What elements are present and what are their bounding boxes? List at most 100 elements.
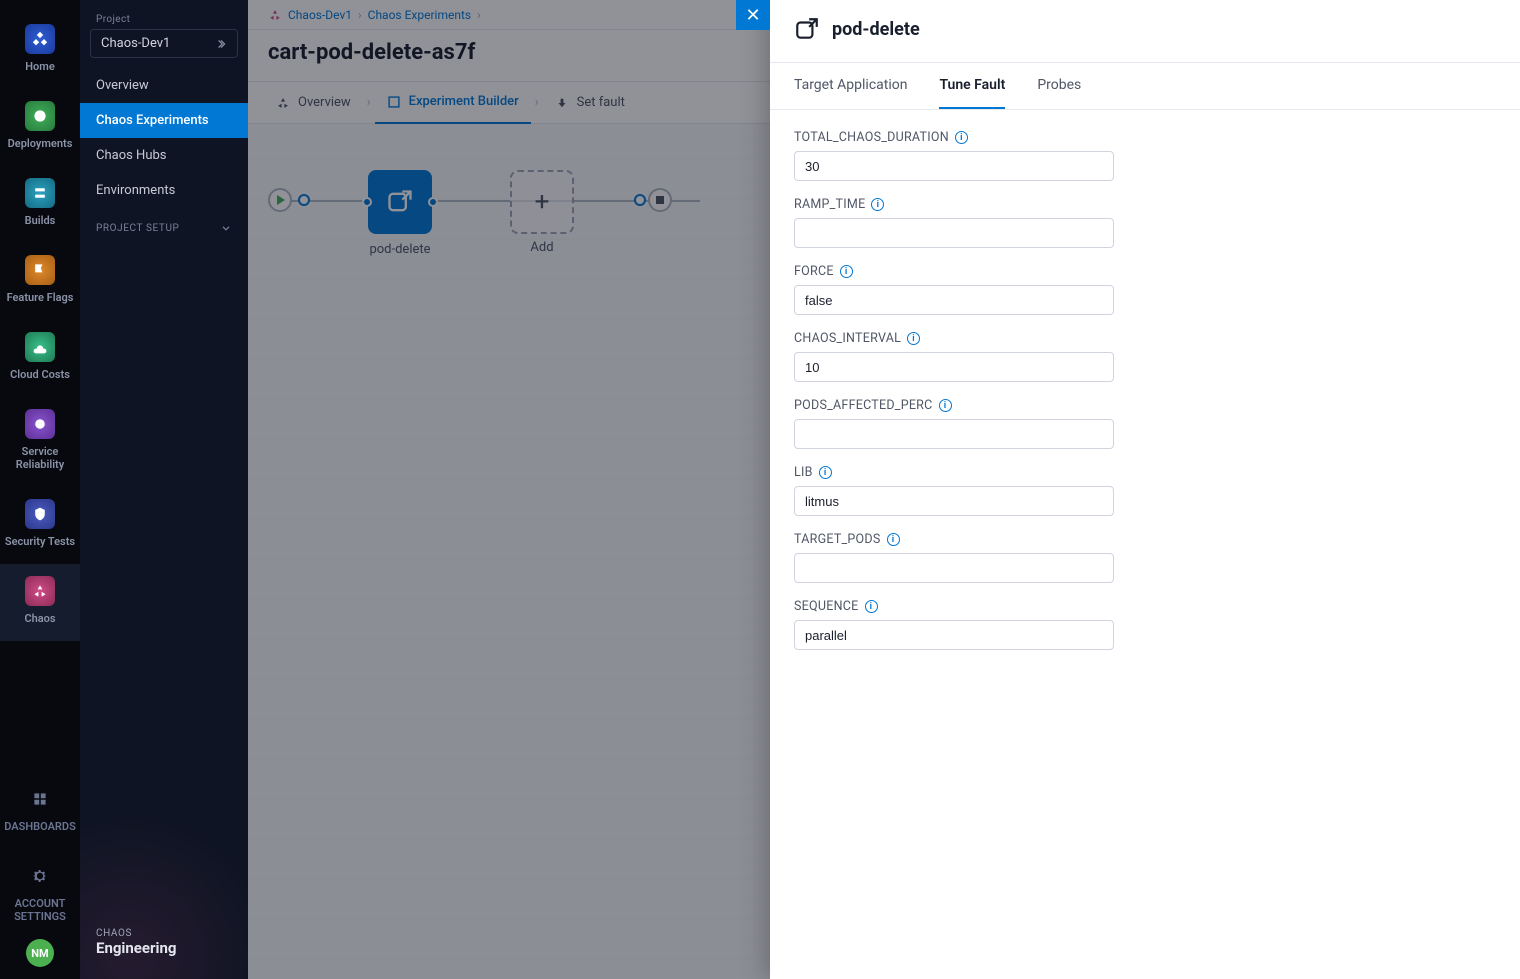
leftrail-security[interactable]: Security Tests [0,487,80,564]
leftrail-sre[interactable]: Service Reliability [0,397,80,487]
info-icon[interactable]: i [907,332,920,345]
step-sep: › [535,95,539,110]
builds-icon [25,178,55,208]
info-icon[interactable]: i [939,399,952,412]
leftrail-account[interactable]: ACCOUNT SETTINGS [0,849,80,939]
leftrail-deployments[interactable]: Deployments [0,89,80,166]
feature-flags-icon [25,255,55,285]
input-lib[interactable] [794,486,1114,516]
project-select-value: Chaos-Dev1 [101,36,170,51]
chevron-down-icon [220,222,232,234]
info-icon[interactable]: i [819,466,832,479]
sidebar: Project Chaos-Dev1 Overview Chaos Experi… [80,0,248,979]
sidebar-section-project-setup[interactable]: PROJECT SETUP [80,208,248,240]
workflow-add-label: Add [516,240,568,255]
chaos-icon [25,576,55,606]
cloud-costs-icon [25,332,55,362]
field-label: SEQUENCE [794,599,859,614]
sidebar-item-environments[interactable]: Environments [80,173,248,208]
step-overview[interactable]: Overview [264,82,363,124]
harness-icon [25,24,55,54]
leftrail-feature-flags[interactable]: Feature Flags [0,243,80,320]
sidebar-item-chaos-experiments[interactable]: Chaos Experiments [80,103,248,138]
tab-probes[interactable]: Probes [1037,63,1081,109]
field-label: FORCE [794,264,834,279]
deployments-icon [25,101,55,131]
field-label: RAMP_TIME [794,197,865,212]
input-ramp-time[interactable] [794,218,1114,248]
builder-step-icon [387,95,401,109]
step-sep: › [367,95,371,110]
tune-fault-panel: ✕ pod-delete Target Application Tune Fau… [770,0,1520,979]
tab-target-application[interactable]: Target Application [794,63,907,109]
leftrail-account-label: ACCOUNT SETTINGS [14,897,66,923]
input-pods-affected-perc[interactable] [794,419,1114,449]
workflow-start-node[interactable] [268,188,292,212]
module-badge: CHAOS Engineering [96,928,176,957]
field-target-pods: TARGET_PODS i [794,532,1114,583]
field-chaos-interval: CHAOS_INTERVALi [794,331,1114,382]
breadcrumb-sep: › [358,8,362,22]
input-total-chaos-duration[interactable] [794,151,1114,181]
workflow-add-node[interactable]: + [510,170,574,234]
sidebar-item-overview[interactable]: Overview [80,68,248,103]
fault-step-icon [555,96,569,110]
info-icon[interactable]: i [887,533,900,546]
sre-icon [25,409,55,439]
close-button[interactable]: ✕ [736,0,770,30]
pod-delete-icon [386,188,414,216]
leftrail-builds-label: Builds [25,214,56,227]
field-label: TOTAL_CHAOS_DURATION [794,130,949,145]
flyout-body: TOTAL_CHAOS_DURATIONi RAMP_TIMEi FORCEi … [770,110,1520,686]
chevron-right-icon [215,38,227,50]
input-target-pods[interactable] [794,553,1114,583]
field-label: LIB [794,465,813,480]
info-icon[interactable]: i [955,131,968,144]
leftrail-dashboards[interactable]: DASHBOARDS [0,772,80,849]
leftrail-cloud-costs[interactable]: Cloud Costs [0,320,80,397]
input-sequence[interactable] [794,620,1114,650]
avatar[interactable]: NM [26,939,54,967]
leftrail-chaos[interactable]: Chaos [0,564,80,641]
sidebar-item-chaos-hubs[interactable]: Chaos Hubs [80,138,248,173]
chaos-breadcrumb-icon [268,8,282,22]
info-icon[interactable]: i [871,198,884,211]
flyout-tabs: Target Application Tune Fault Probes [770,63,1520,110]
input-chaos-interval[interactable] [794,352,1114,382]
info-icon[interactable]: i [865,600,878,613]
gear-icon [25,861,55,891]
leftrail-home-label: Home [25,60,55,73]
breadcrumb-experiments[interactable]: Chaos Experiments [368,8,471,22]
leftrail-cloud-costs-label: Cloud Costs [10,368,70,381]
left-rail: Home Deployments Builds Feature Flags Cl… [0,0,80,979]
leftrail-home[interactable]: Home [0,12,80,89]
flyout-title: pod-delete [832,19,920,40]
leftrail-chaos-label: Chaos [24,612,55,625]
field-ramp-time: RAMP_TIME i [794,197,1114,248]
field-force: FORCE i [794,264,1114,315]
workflow-pod-delete-node[interactable] [368,170,432,234]
leftrail-feature-flags-label: Feature Flags [7,291,74,304]
step-set-fault[interactable]: Set fault [543,82,637,124]
leftrail-builds[interactable]: Builds [0,166,80,243]
project-label: Project [80,0,248,29]
field-sequence: SEQUENCE i [794,599,1114,650]
field-lib: LIB i [794,465,1114,516]
project-select[interactable]: Chaos-Dev1 [90,29,238,58]
security-icon [25,499,55,529]
step-builder-label: Experiment Builder [409,94,519,109]
workflow-pod-delete-label: pod-delete [360,242,440,257]
input-force[interactable] [794,285,1114,315]
tab-tune-fault[interactable]: Tune Fault [939,63,1005,109]
breadcrumb-sep: › [477,8,481,22]
step-set-fault-label: Set fault [577,95,625,110]
breadcrumb-project[interactable]: Chaos-Dev1 [288,8,352,22]
leftrail-sre-label: Service Reliability [16,445,64,471]
step-builder[interactable]: Experiment Builder [375,82,531,124]
leftrail-security-label: Security Tests [5,535,75,548]
field-label: PODS_AFFECTED_PERC [794,398,933,413]
info-icon[interactable]: i [840,265,853,278]
workflow-end-node[interactable] [648,188,672,212]
sidebar-section-label: PROJECT SETUP [96,223,179,234]
field-label: TARGET_PODS [794,532,881,547]
